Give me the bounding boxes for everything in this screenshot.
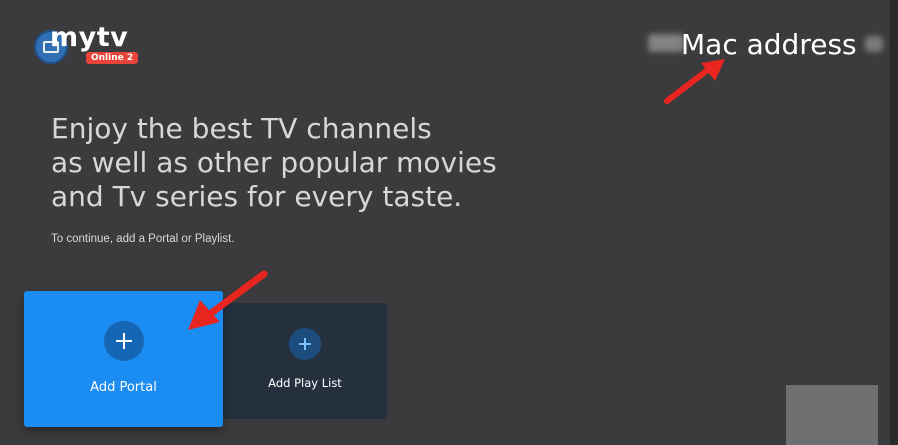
headline-line: Enjoy the best TV channels [51, 112, 432, 145]
annotation-arrow-icon [188, 270, 268, 330]
app-logo: mytv Online 2 [34, 22, 144, 72]
annotation-arrow-icon [664, 59, 725, 104]
logo-wordmark: mytv [50, 22, 129, 53]
logo-badge: Online 2 [86, 52, 139, 64]
corner-overlay [786, 385, 878, 445]
add-portal-label: Add Portal [90, 380, 157, 395]
intro-subtext: To continue, add a Portal or Playlist. [51, 233, 235, 245]
headline-line: and Tv series for every taste. [51, 180, 463, 213]
add-playlist-label: Add Play List [268, 376, 342, 390]
intro-headline: Enjoy the best TV channels as well as ot… [51, 112, 571, 214]
mac-value-redacted [648, 34, 684, 52]
app-screen: mytv Online 2 Mac address Enjoy the best… [0, 0, 898, 445]
headline-line: as well as other popular movies [51, 146, 497, 179]
plus-icon [103, 321, 144, 361]
mac-value-redacted-end [865, 36, 883, 52]
plus-icon [289, 328, 321, 360]
